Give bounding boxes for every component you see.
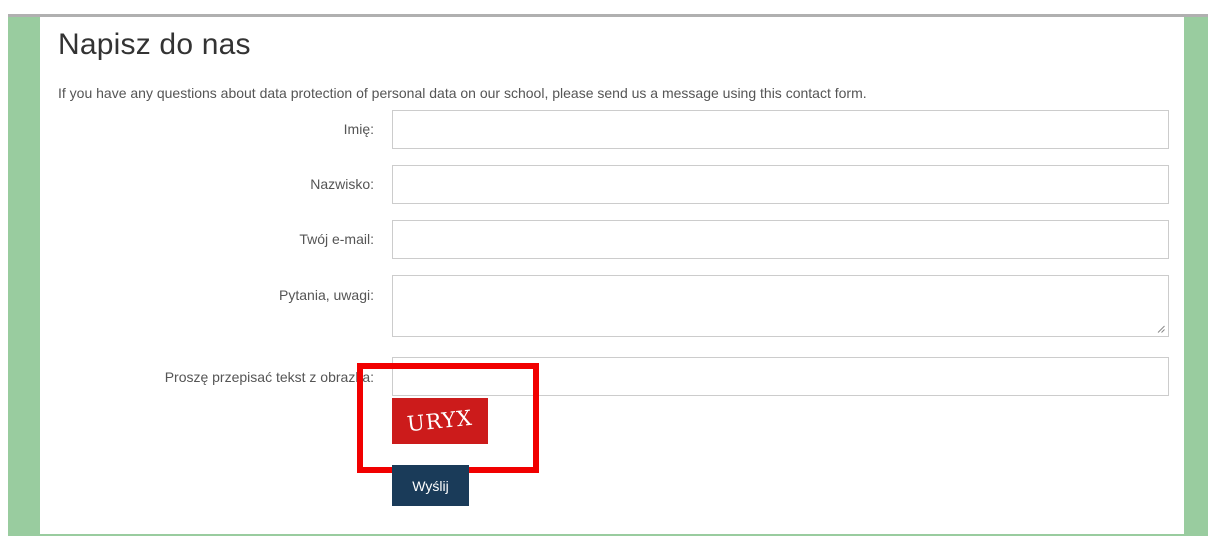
first-name-label: Imię: bbox=[343, 121, 374, 137]
captcha-label: Proszę przepisać tekst z obrazka: bbox=[164, 369, 374, 385]
first-name-input[interactable] bbox=[392, 110, 1169, 149]
captcha-text: URYX bbox=[406, 405, 474, 437]
message-textarea[interactable] bbox=[392, 275, 1169, 337]
submit-button[interactable]: Wyślij bbox=[392, 465, 469, 506]
email-label: Twój e-mail: bbox=[299, 231, 374, 247]
email-input[interactable] bbox=[392, 220, 1169, 259]
message-label: Pytania, uwagi: bbox=[279, 287, 374, 303]
captcha-image: URYX bbox=[392, 398, 488, 444]
captcha-input[interactable] bbox=[392, 357, 1169, 396]
intro-text: If you have any questions about data pro… bbox=[58, 85, 867, 101]
last-name-input[interactable] bbox=[392, 165, 1169, 204]
last-name-label: Nazwisko: bbox=[310, 176, 374, 192]
page-title: Napisz do nas bbox=[58, 28, 251, 61]
resize-grip-icon[interactable] bbox=[1157, 325, 1165, 333]
